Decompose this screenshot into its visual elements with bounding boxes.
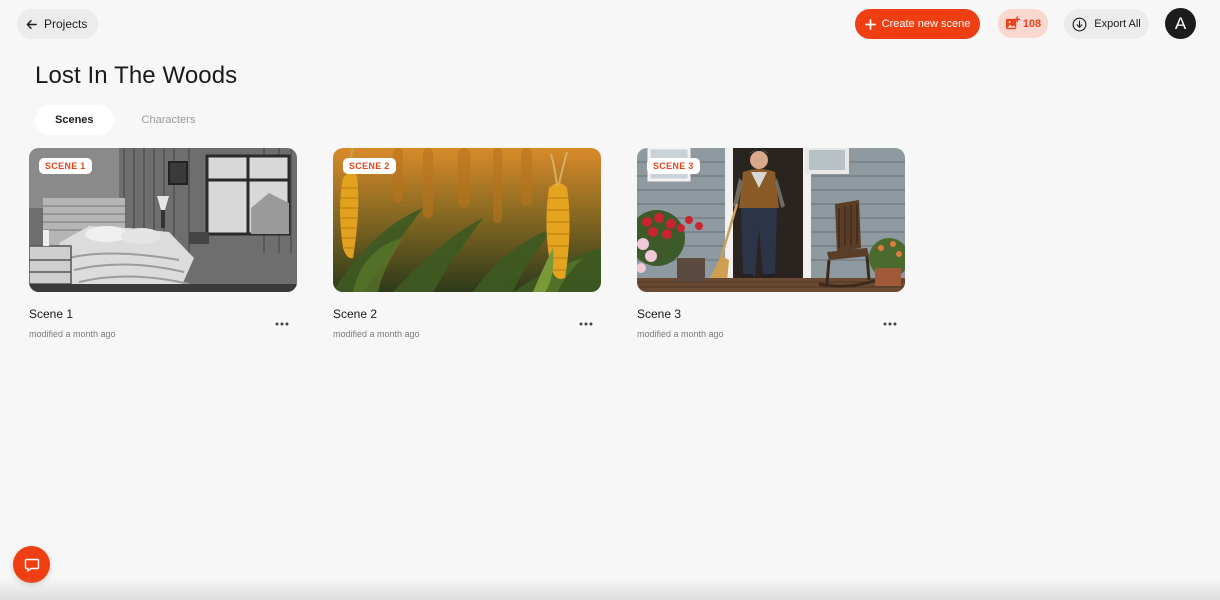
user-avatar[interactable]: A <box>1165 8 1196 39</box>
credits-count: 108 <box>1022 17 1042 30</box>
credits-badge[interactable]: 108 <box>998 9 1048 38</box>
scene-title[interactable]: Scene 2 <box>333 307 377 321</box>
scene-modified: modified a month ago <box>637 329 724 339</box>
scene-more-button[interactable] <box>879 317 901 331</box>
project-title: Lost In The Woods <box>35 62 238 89</box>
more-dots-icon <box>579 322 593 326</box>
scene-more-button[interactable] <box>575 317 597 331</box>
scene-thumbnail[interactable]: SCENE 2 <box>333 148 601 292</box>
scene-modified: modified a month ago <box>29 329 116 339</box>
more-dots-icon <box>883 322 897 326</box>
back-to-projects-button[interactable]: Projects <box>17 9 99 39</box>
plus-icon <box>864 18 876 30</box>
create-label: Create new scene <box>881 18 971 30</box>
scene-title[interactable]: Scene 3 <box>637 307 681 321</box>
scene-thumbnail[interactable]: SCENE 3 <box>637 148 905 292</box>
scene-title[interactable]: Scene 1 <box>29 307 73 321</box>
image-plus-icon <box>1005 16 1020 30</box>
chat-bubble-icon <box>24 558 39 572</box>
scene-badge: SCENE 1 <box>39 158 92 174</box>
scene-thumbnail[interactable]: SCENE 1 <box>29 148 297 292</box>
back-label: Projects <box>44 17 88 31</box>
arrow-left-icon <box>26 19 37 29</box>
download-circle-icon <box>1072 17 1087 31</box>
export-label: Export All <box>1094 18 1141 30</box>
tab-characters[interactable]: Characters <box>122 105 216 135</box>
scene-badge: SCENE 2 <box>343 158 396 174</box>
tab-scenes[interactable]: Scenes <box>35 105 114 135</box>
bottom-shadow <box>0 578 1220 600</box>
scene-badge: SCENE 3 <box>647 158 700 174</box>
scene-modified: modified a month ago <box>333 329 420 339</box>
more-dots-icon <box>275 322 289 326</box>
scene-card: SCENE 1 Scene 1 modified a month ago <box>29 148 297 339</box>
project-page: Projects Create new scene 108 Export All… <box>0 0 1220 600</box>
view-tabs: Scenes Characters <box>35 105 215 135</box>
create-new-scene-button[interactable]: Create new scene <box>855 9 980 39</box>
export-all-button[interactable]: Export All <box>1064 9 1149 39</box>
scene-more-button[interactable] <box>271 317 293 331</box>
scene-card: SCENE 2 Scene 2 modified a month ago <box>333 148 601 339</box>
scene-card: SCENE 3 Scene 3 modified a month ago <box>637 148 905 339</box>
